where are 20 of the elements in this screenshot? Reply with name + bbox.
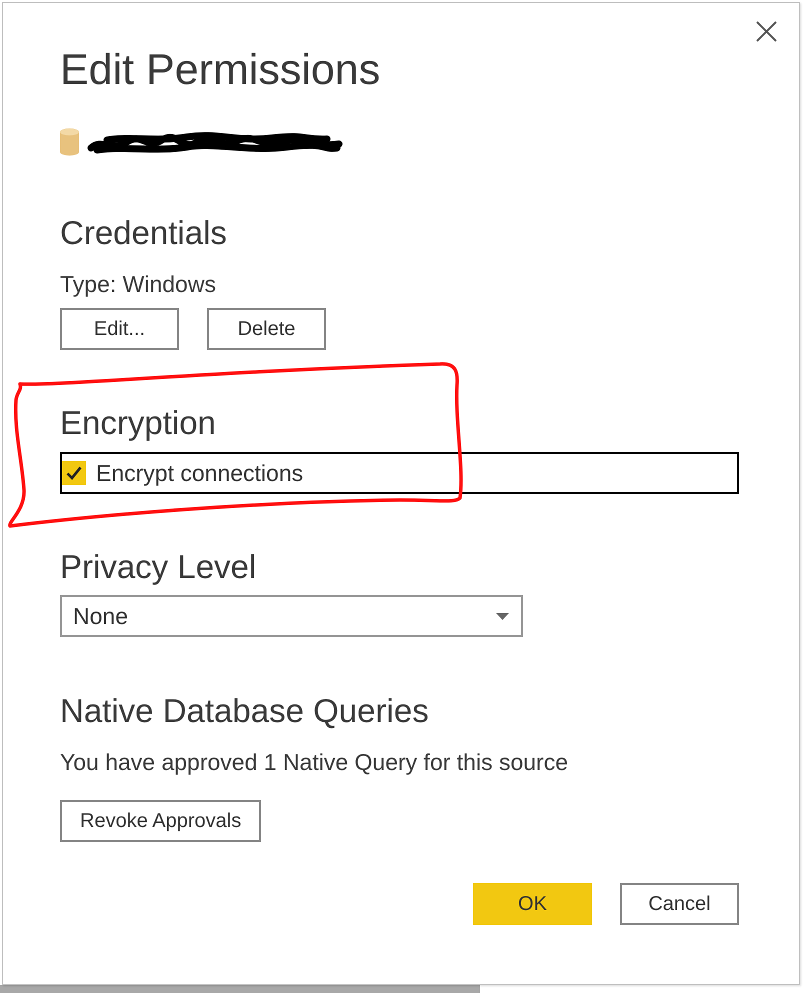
checkbox-row[interactable]: Encrypt connections bbox=[60, 452, 739, 494]
approval-message: You have approved 1 Native Query for this source bbox=[60, 748, 568, 777]
database-icon bbox=[60, 128, 79, 156]
section-heading: Encryption bbox=[60, 403, 216, 443]
delete-button[interactable]: Delete bbox=[207, 308, 326, 350]
checkmark-icon bbox=[66, 466, 82, 480]
privacy-level-dropdown[interactable]: None bbox=[60, 595, 523, 637]
section-heading: Privacy Level bbox=[60, 547, 256, 587]
section-heading: Credentials bbox=[60, 213, 227, 253]
ok-button[interactable]: OK bbox=[473, 883, 592, 925]
edit-button[interactable]: Edit... bbox=[60, 308, 179, 350]
close-icon[interactable] bbox=[756, 21, 777, 42]
credential-type-text: Type: Windows bbox=[60, 270, 216, 299]
cancel-button[interactable]: Cancel bbox=[620, 883, 739, 925]
checkbox[interactable] bbox=[62, 461, 86, 485]
dialog-title: Edit Permissions bbox=[60, 45, 380, 96]
section-heading: Native Database Queries bbox=[60, 691, 429, 731]
checkbox-label: Encrypt connections bbox=[96, 459, 304, 488]
revoke-approvals-button[interactable]: Revoke Approvals bbox=[60, 800, 262, 842]
caret-icon bbox=[496, 612, 509, 620]
